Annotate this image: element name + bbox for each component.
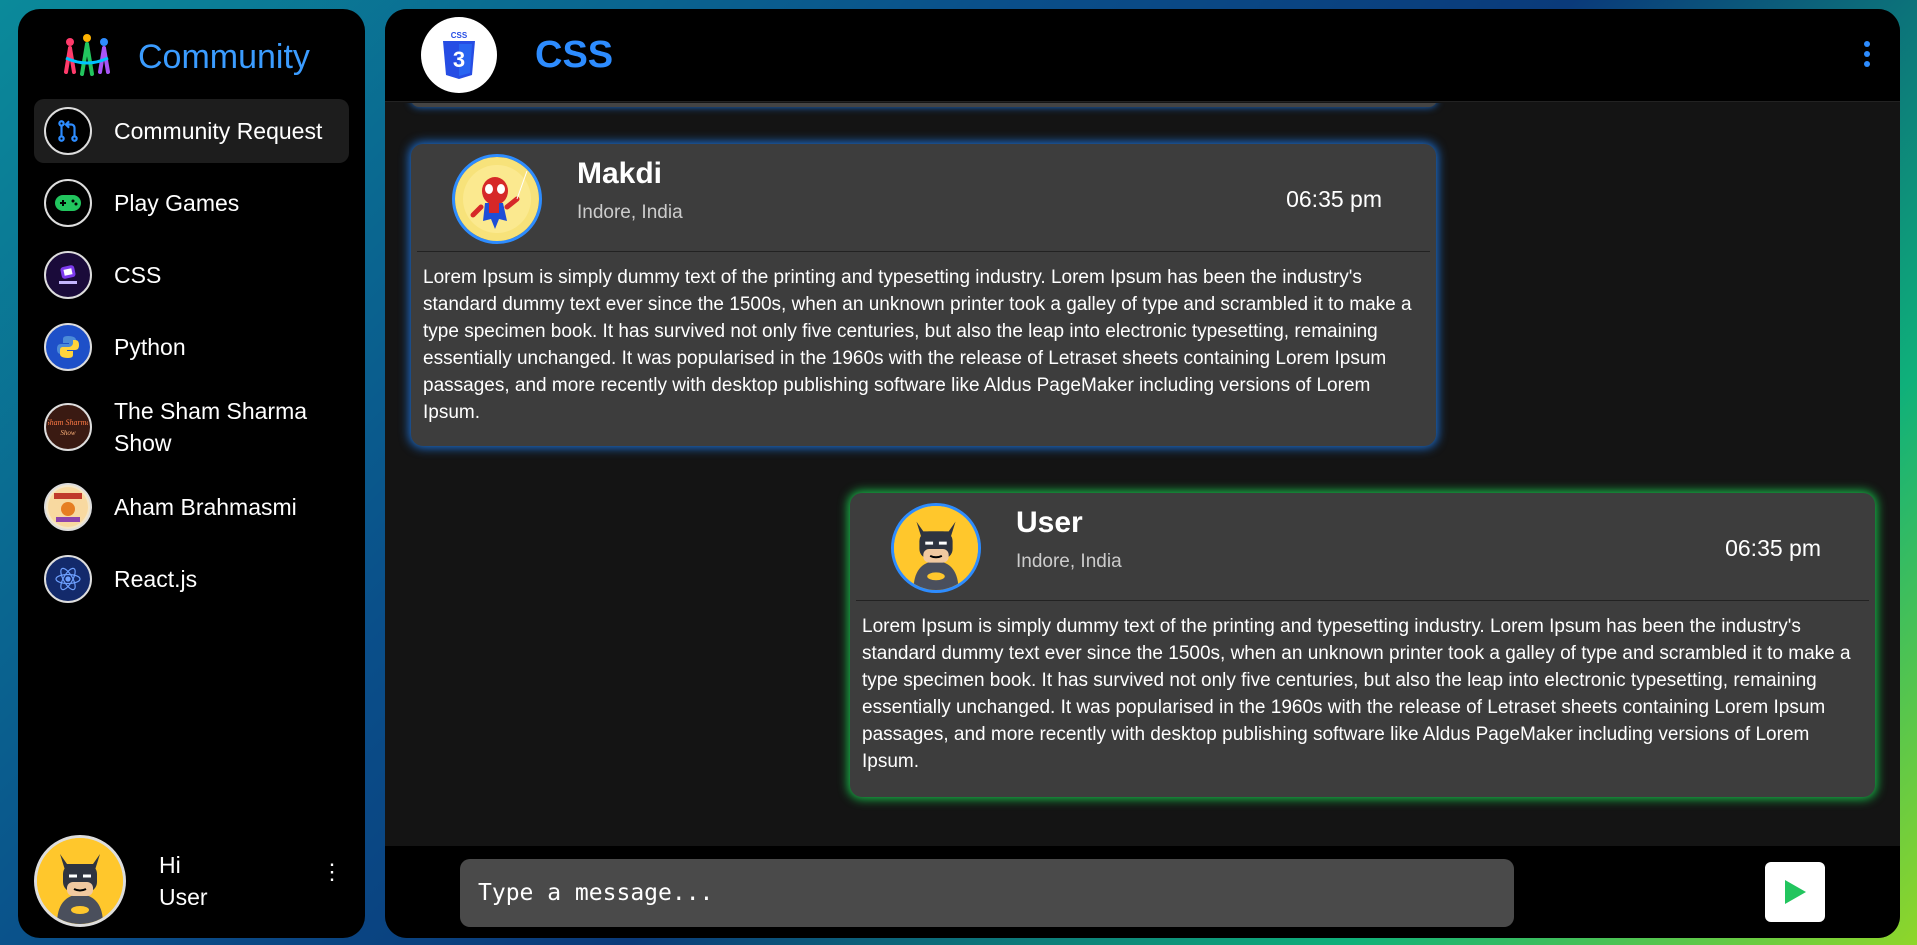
message-text: Lorem Ipsum is simply dummy text of the … xyxy=(862,616,1851,772)
coding-logo-icon xyxy=(44,251,92,299)
svg-text:Sham Sharma: Sham Sharma xyxy=(48,418,88,427)
sender-location: Indore, India xyxy=(1016,551,1122,572)
gamepad-icon xyxy=(44,179,92,227)
python-logo-icon xyxy=(44,323,92,371)
message-time: 06:35 pm xyxy=(1286,186,1382,212)
pull-request-icon xyxy=(44,107,92,155)
sidebar-item-aham-brahmasmi[interactable]: Aham Brahmasmi xyxy=(34,475,349,539)
batman-avatar-icon xyxy=(894,506,978,590)
profile-name: User xyxy=(159,884,208,910)
sender-name: Makdi xyxy=(577,157,663,190)
aham-brahmasmi-icon xyxy=(44,483,92,531)
spiderman-avatar-icon xyxy=(455,157,539,241)
message-sent: User Indore, India 06:35 pm Lorem Ipsum … xyxy=(850,493,1875,797)
send-button[interactable] xyxy=(1765,862,1825,922)
brand-title: Community xyxy=(138,37,310,76)
chat-header: CSS 3 CSS xyxy=(385,9,1900,102)
sidebar-item-label: Play Games xyxy=(114,190,240,216)
svg-text:Show: Show xyxy=(60,429,76,437)
batman-avatar-icon xyxy=(37,838,123,924)
sidebar-item-community-request[interactable]: Community Request xyxy=(34,99,349,163)
message-received: Makdi Indore, India 06:35 pm Lorem Ipsum… xyxy=(411,144,1436,446)
sidebar-item-label: Python xyxy=(114,334,186,360)
more-options-icon[interactable] xyxy=(1864,41,1870,67)
brand[interactable]: Community xyxy=(34,27,349,87)
profile-more-icon[interactable]: ⋮ xyxy=(321,861,343,883)
message-composer xyxy=(385,846,1900,938)
chat-title: CSS xyxy=(535,33,614,76)
message-input[interactable] xyxy=(460,859,1514,927)
message-header: User Indore, India 06:35 pm xyxy=(856,493,1869,601)
css-badge-text: CSS xyxy=(451,31,468,40)
community-logo-icon xyxy=(64,34,110,76)
previous-message-edge xyxy=(411,103,1437,107)
sidebar-item-the-sham-sharma-show[interactable]: Sham Sharma Show The Sham Sharma Show xyxy=(34,387,349,467)
sidebar-item-react-js[interactable]: React.js xyxy=(34,547,349,611)
send-play-icon xyxy=(1785,880,1806,904)
profile-greeting: Hi xyxy=(159,852,181,878)
sidebar-item-python[interactable]: Python xyxy=(34,315,349,379)
profile-text: Hi User xyxy=(159,849,208,913)
sidebar-item-css[interactable]: CSS xyxy=(34,243,349,307)
sidebar: Community Community Request Play Games C… xyxy=(18,9,365,938)
sender-name: User xyxy=(1016,506,1083,539)
avatar xyxy=(34,835,126,927)
sender-location: Indore, India xyxy=(577,202,683,223)
message-text: Lorem Ipsum is simply dummy text of the … xyxy=(423,267,1412,423)
avatar[interactable] xyxy=(891,503,981,593)
message-header: Makdi Indore, India 06:35 pm xyxy=(417,144,1430,252)
sidebar-item-label: Aham Brahmasmi xyxy=(114,494,297,520)
user-profile[interactable]: Hi User ⋮ xyxy=(34,834,349,928)
sidebar-item-label: React.js xyxy=(114,566,198,592)
chat-panel: CSS 3 CSS Makdi Indore, India 06:35 pm L… xyxy=(385,9,1900,938)
sidebar-item-label: The Sham Sharma Show xyxy=(114,398,308,456)
message-time: 06:35 pm xyxy=(1725,535,1821,561)
message-list[interactable]: Makdi Indore, India 06:35 pm Lorem Ipsum… xyxy=(385,103,1900,848)
show-logo-icon: Sham Sharma Show xyxy=(44,403,92,451)
sidebar-item-label: CSS xyxy=(114,262,162,288)
css3-logo-icon[interactable]: CSS 3 xyxy=(421,17,497,93)
sidebar-item-play-games[interactable]: Play Games xyxy=(34,171,349,235)
sidebar-item-label: Community Request xyxy=(114,118,323,144)
react-logo-icon xyxy=(44,555,92,603)
sidebar-nav: Community Request Play Games CSS Python … xyxy=(34,99,349,611)
avatar[interactable] xyxy=(452,154,542,244)
svg-text:3: 3 xyxy=(453,47,465,72)
